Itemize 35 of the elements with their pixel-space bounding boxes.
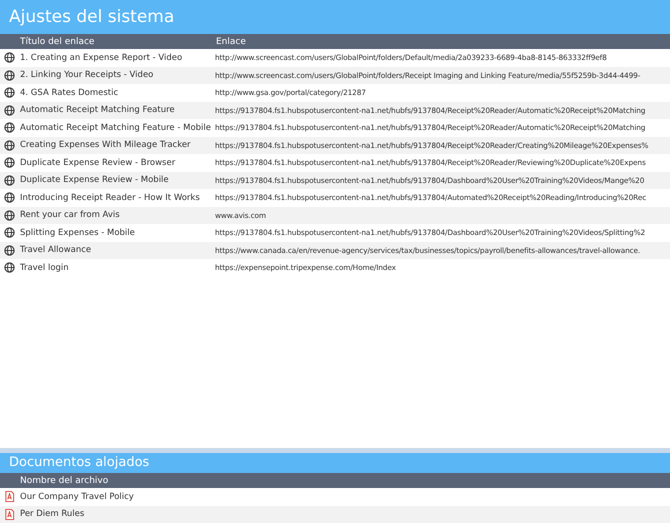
link-title[interactable]: Duplicate Expense Review - Mobile [20,175,215,186]
globe-icon [4,52,15,64]
globe-icon [4,262,15,274]
link-title[interactable]: Splitting Expenses - Mobile [20,228,215,238]
globe-icon [4,244,15,256]
link-title[interactable]: Rent your car from Avis [20,210,215,220]
globe-icon [4,87,15,98]
pdf-icon [4,491,15,502]
link-title[interactable]: Duplicate Expense Review - Browser [20,158,215,168]
globe-icon [4,174,15,186]
link-title[interactable]: Travel login [20,262,215,273]
link-title[interactable]: 2. Linking Your Receipts - Video [20,70,215,80]
globe-icon [4,70,15,81]
column-header: Nombre del archivo [19,476,110,486]
file-name[interactable]: Per Diem Rules [20,509,215,520]
globe-icon [4,140,15,151]
link-title[interactable]: 1. Creating an Expense Report - Video [20,52,215,63]
globe-icon [4,104,15,116]
column-header: Título del enlace [19,36,96,46]
globe-icon [4,210,15,221]
link-title[interactable]: Introducing Receipt Reader - How It Works [20,192,215,203]
globe-icon [4,192,15,204]
column-header: Enlace [215,36,246,46]
globe-icon [4,122,15,134]
pdf-icon [4,508,15,520]
link-title[interactable]: Automatic Receipt Matching Feature [20,105,215,116]
page-title: Ajustes del sistema [0,0,670,34]
globe-icon [4,227,15,238]
globe-icon [4,157,15,168]
link-title[interactable]: Travel Allowance [20,245,215,256]
link-title[interactable]: 4. GSA Rates Domestic [20,88,215,98]
link-title[interactable]: Automatic Receipt Matching Feature - Mobile [20,122,215,133]
file-name[interactable]: Our Company Travel Policy [20,492,215,502]
link-title[interactable]: Creating Expenses With Mileage Tracker [20,140,215,150]
section-title: Documentos alojados [0,453,670,473]
